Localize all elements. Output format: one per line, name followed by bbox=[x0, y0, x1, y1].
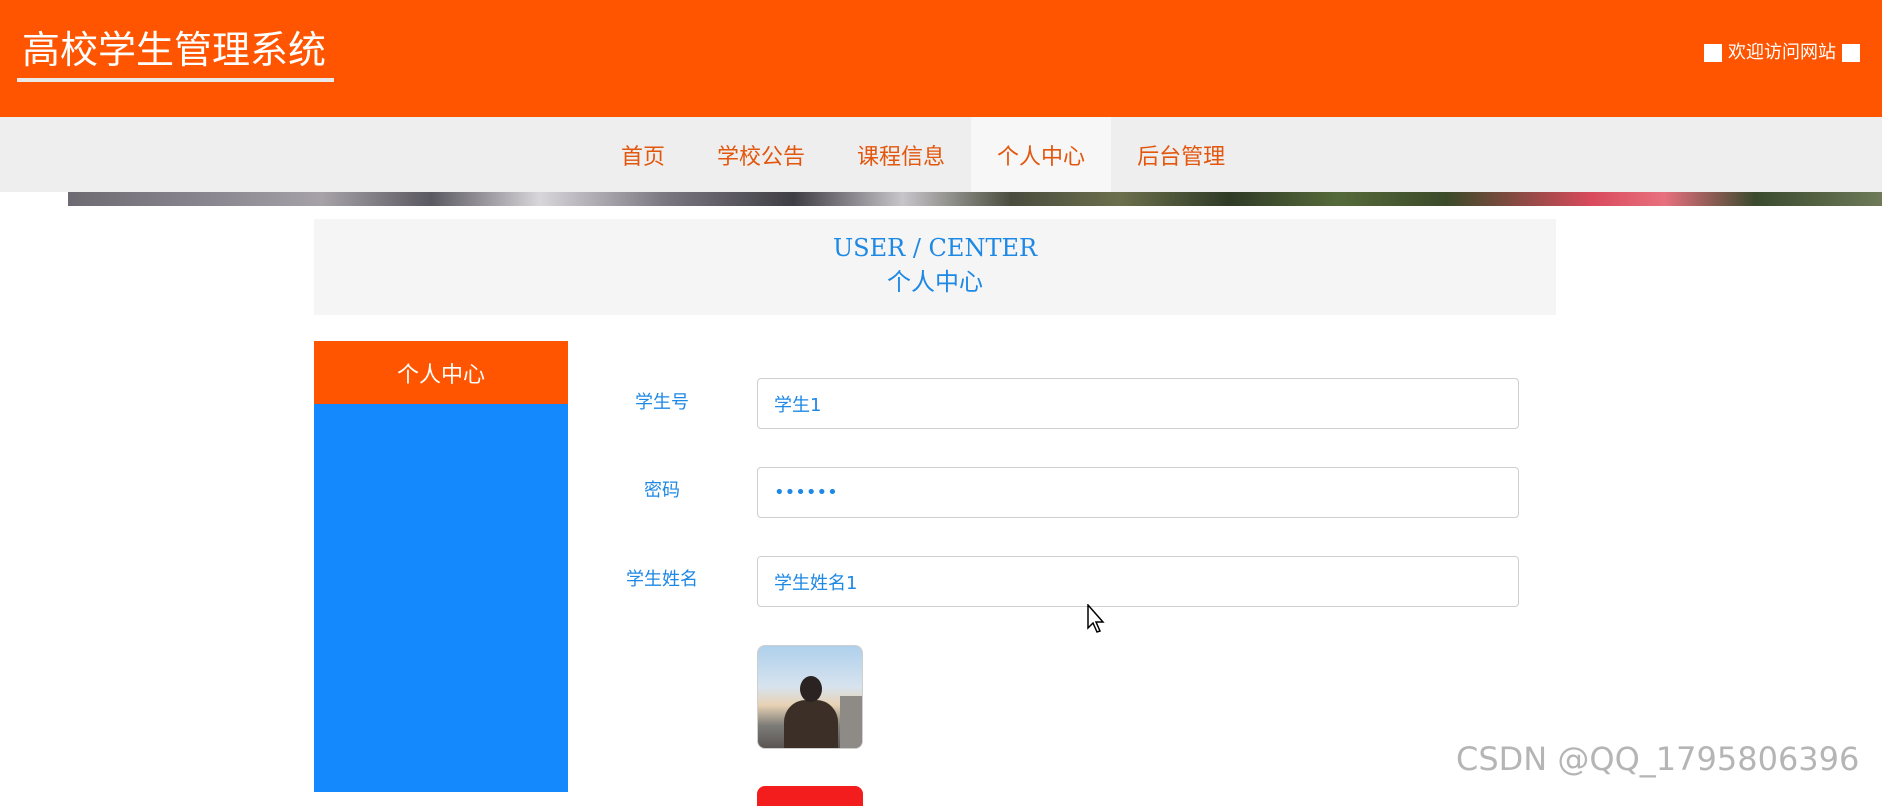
nav-item-admin[interactable]: 后台管理 bbox=[1111, 117, 1251, 192]
student-id-field[interactable]: 学生1 bbox=[757, 378, 1519, 429]
nav-items: 首页 学校公告 课程信息 个人中心 后台管理 bbox=[595, 117, 1251, 192]
page-header: USER / CENTER 个人中心 bbox=[314, 219, 1556, 315]
student-name-field[interactable]: 学生姓名1 bbox=[757, 556, 1519, 607]
square-icon bbox=[1842, 44, 1860, 62]
banner-image bbox=[68, 192, 1882, 206]
main-nav: 首页 学校公告 课程信息 个人中心 后台管理 bbox=[0, 117, 1882, 192]
student-id-label: 学生号 bbox=[635, 392, 689, 413]
nav-item-user-center[interactable]: 个人中心 bbox=[971, 117, 1112, 192]
site-title[interactable]: 高校学生管理系统 bbox=[22, 26, 326, 74]
top-header: 高校学生管理系统 欢迎访问网站 bbox=[0, 0, 1882, 117]
page-title-cn: 个人中心 bbox=[887, 268, 983, 296]
sidebar-panel bbox=[314, 404, 568, 792]
password-label: 密码 bbox=[644, 480, 680, 501]
title-underline bbox=[17, 78, 334, 82]
page-title-en: USER / CENTER bbox=[832, 234, 1038, 262]
nav-item-courses[interactable]: 课程信息 bbox=[831, 117, 971, 192]
avatar[interactable] bbox=[757, 645, 863, 749]
watermark: CSDN @QQ_1795806396 bbox=[1456, 740, 1860, 778]
password-field[interactable]: •••••• bbox=[757, 467, 1519, 518]
avatar-figure-body bbox=[784, 700, 838, 748]
update-button[interactable] bbox=[757, 786, 863, 806]
sidebar-title[interactable]: 个人中心 bbox=[314, 341, 568, 404]
welcome-text: 欢迎访问网站 bbox=[1728, 42, 1836, 63]
welcome-banner: 欢迎访问网站 bbox=[1704, 42, 1860, 64]
student-name-label: 学生姓名 bbox=[626, 569, 698, 590]
mouse-cursor-icon bbox=[1087, 604, 1105, 633]
avatar-background bbox=[840, 696, 862, 748]
nav-item-announcements[interactable]: 学校公告 bbox=[691, 117, 831, 192]
nav-item-home[interactable]: 首页 bbox=[595, 117, 691, 192]
avatar-figure-head bbox=[800, 676, 822, 702]
square-icon bbox=[1704, 44, 1722, 62]
